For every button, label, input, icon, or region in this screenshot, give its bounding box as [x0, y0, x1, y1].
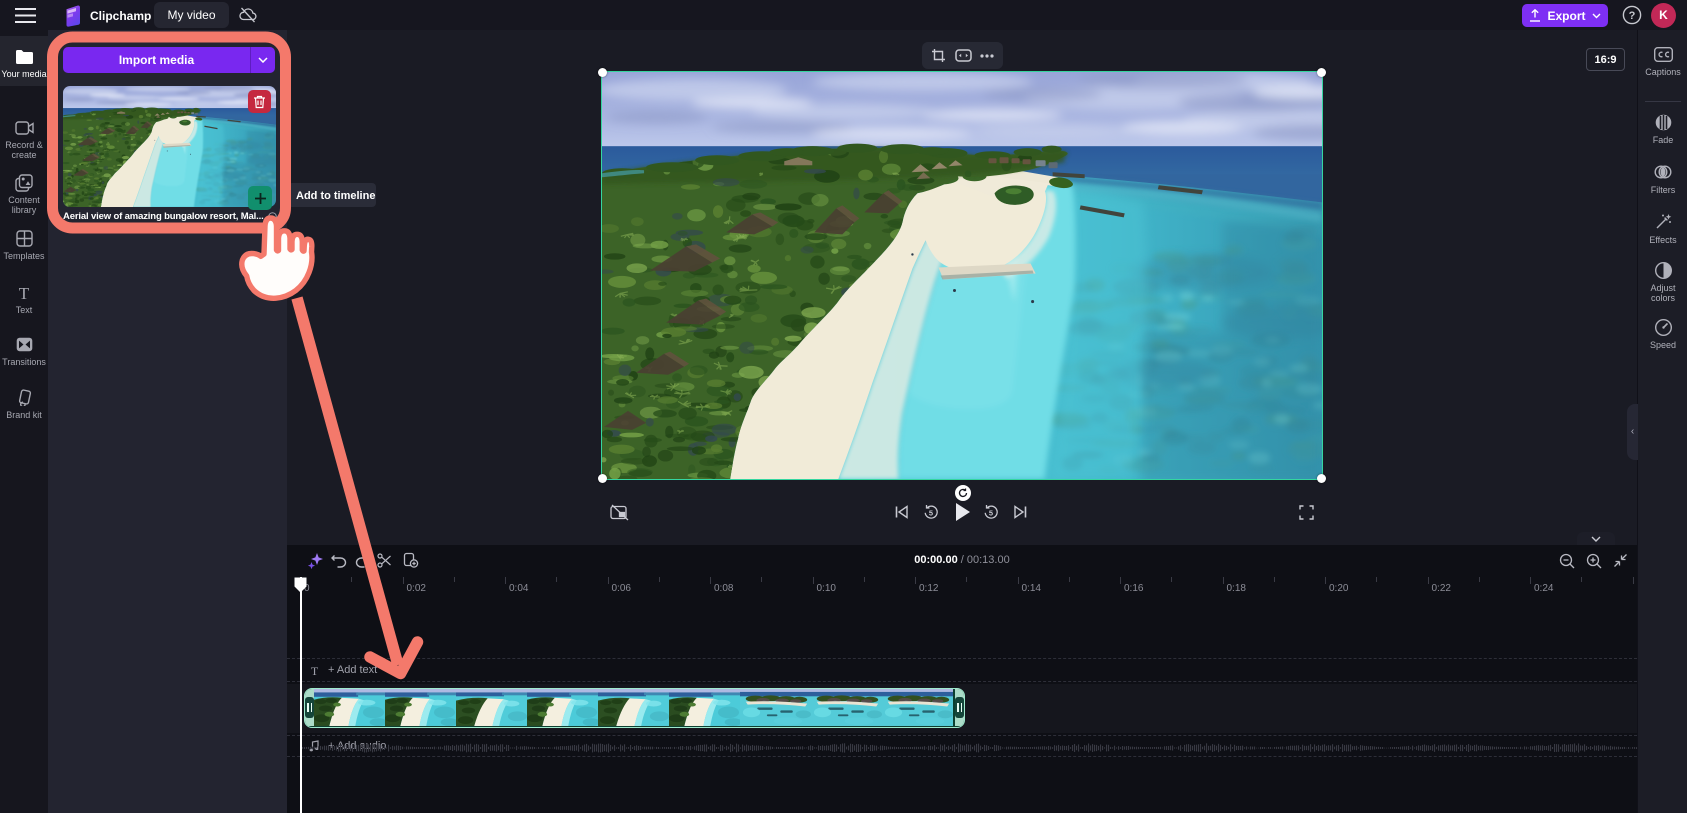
svg-text:5: 5 — [929, 509, 933, 518]
svg-text:5: 5 — [989, 509, 993, 518]
svg-text:T: T — [311, 665, 319, 676]
svg-text:T: T — [19, 285, 30, 301]
svg-text:?: ? — [1629, 10, 1636, 22]
